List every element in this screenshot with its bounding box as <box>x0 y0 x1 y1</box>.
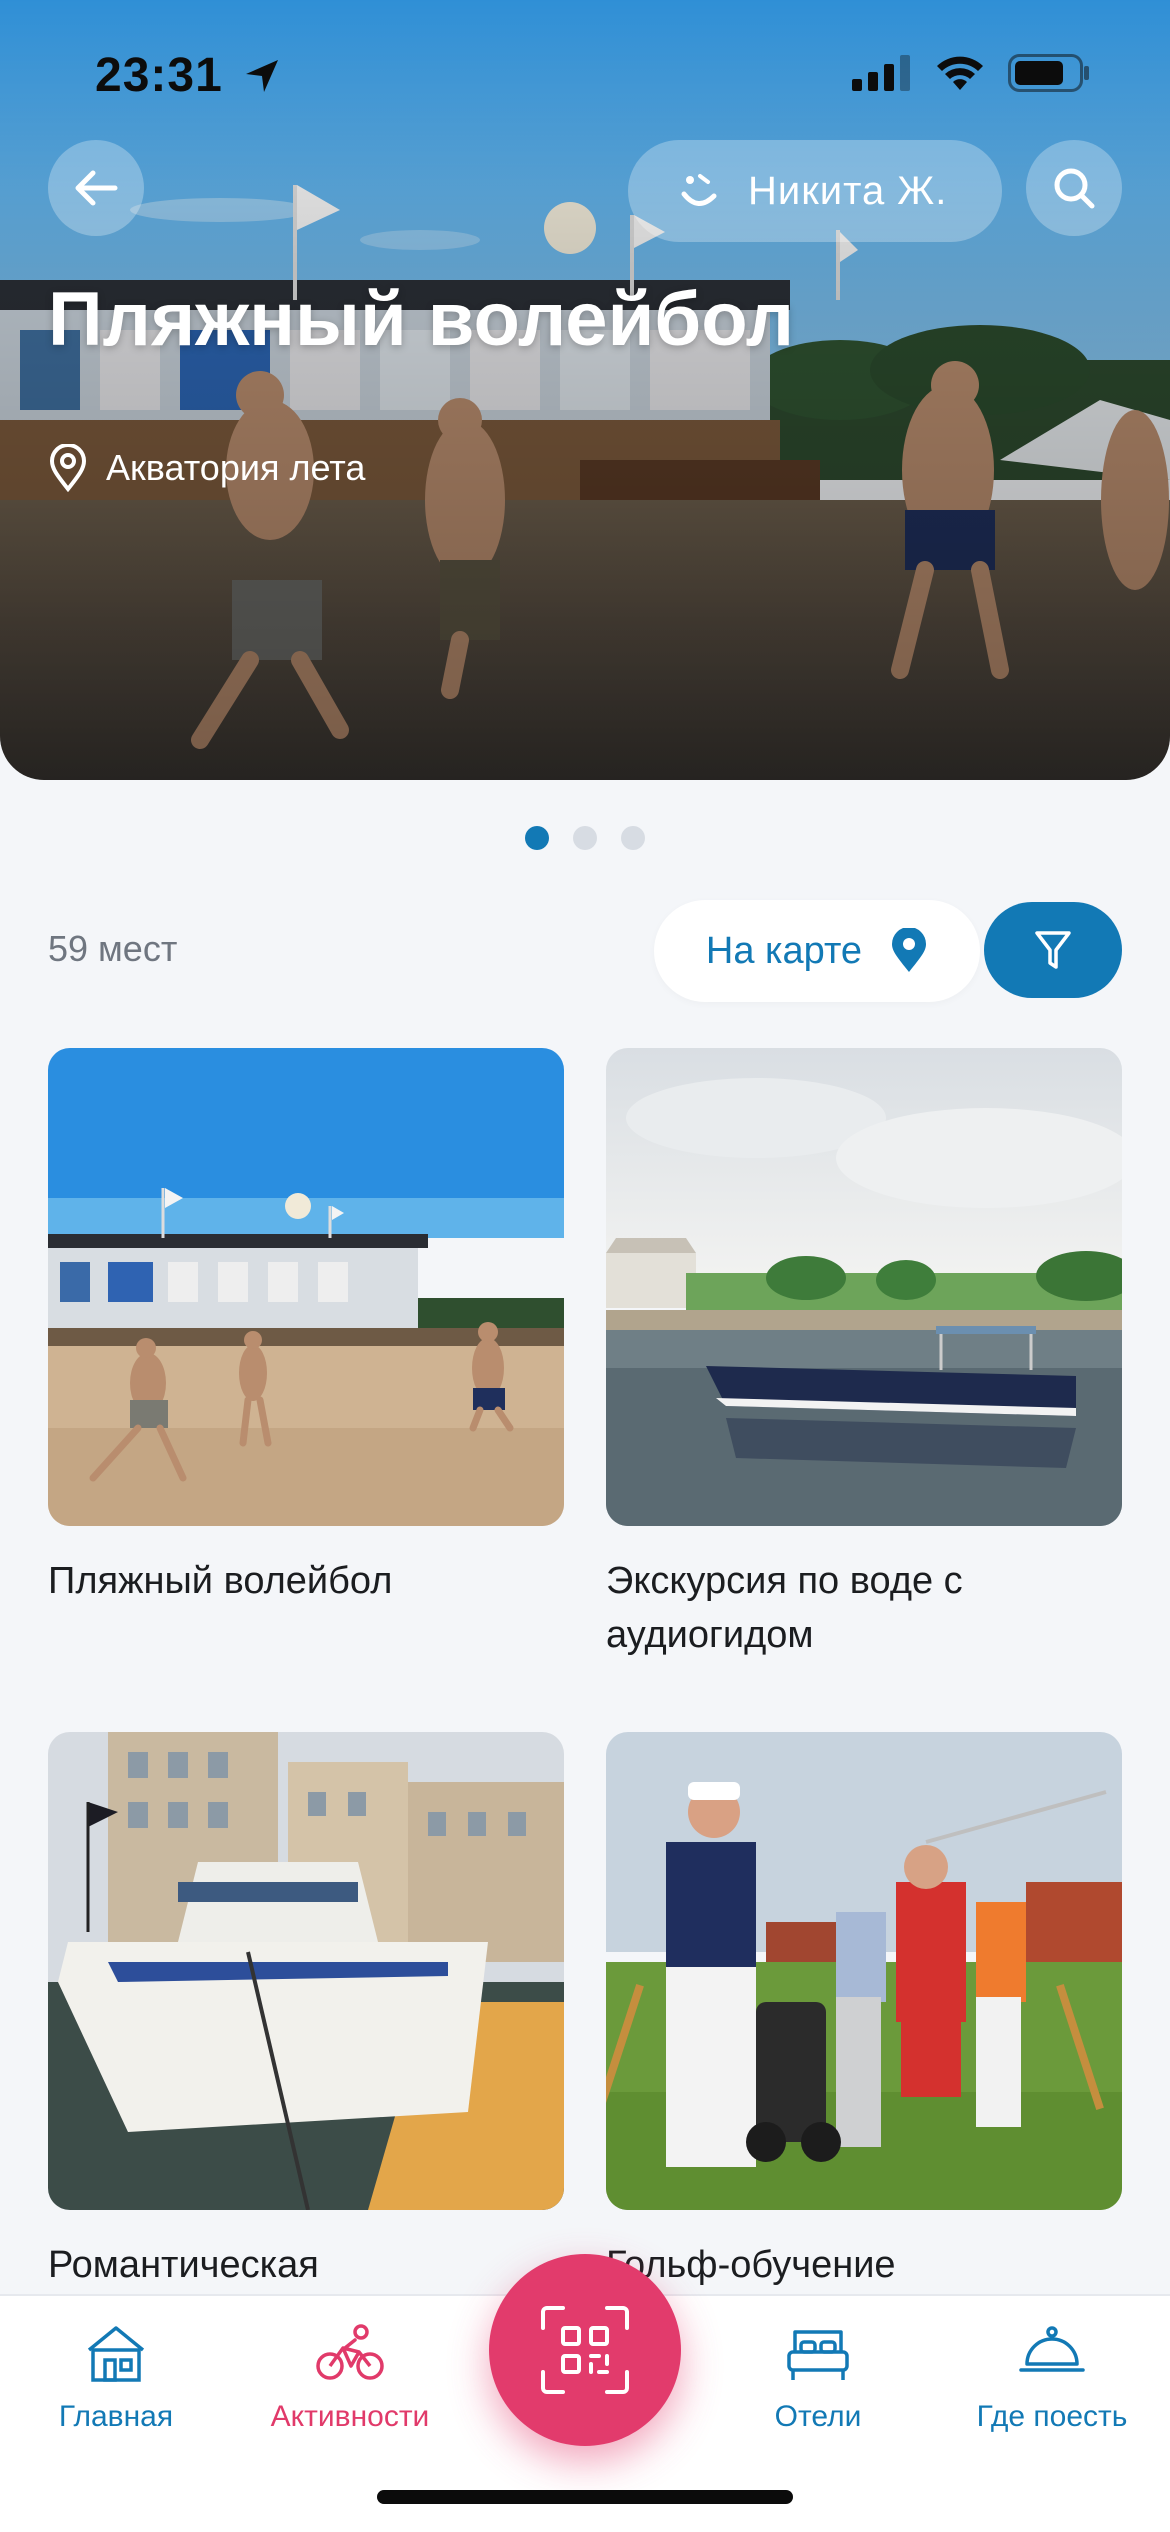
carousel-dot[interactable] <box>621 826 645 850</box>
arrow-left-icon <box>75 170 118 206</box>
filter-button[interactable] <box>984 902 1122 998</box>
card-title: Романтическая <box>48 2244 319 2286</box>
tab-label: Отели <box>774 2400 862 2433</box>
activity-card[interactable]: Пляжный волейбол <box>48 1048 564 1608</box>
card-photo <box>48 1048 564 1526</box>
carousel-indicator <box>0 826 1170 850</box>
bicycle-icon <box>316 2324 384 2380</box>
smile-face-icon <box>681 174 717 206</box>
beach-volleyball-photo <box>48 1048 564 1526</box>
qr-scan-icon <box>541 2306 629 2394</box>
map-button-label: На карте <box>705 929 863 972</box>
bed-icon <box>787 2330 849 2380</box>
activity-card[interactable]: Экскурсия по воде с аудиогидом <box>606 1048 1122 1662</box>
tab-label: Где поесть <box>976 2400 1128 2433</box>
tab-activities[interactable]: Активности <box>250 2322 450 2434</box>
activity-card[interactable]: Гольф-обучение <box>606 1732 1122 2292</box>
wifi-icon <box>937 56 983 90</box>
yacht-at-pier-photo <box>48 1732 564 2210</box>
battery-icon <box>1008 54 1089 92</box>
golf-lesson-photo <box>606 1732 1122 2210</box>
show-on-map-button[interactable]: На карте <box>654 900 980 1002</box>
status-time: 23:31 <box>95 49 223 102</box>
location-row: Акватория лета <box>48 444 365 492</box>
page-title: Пляжный волейбол <box>48 277 795 362</box>
map-pin-icon <box>892 928 927 972</box>
hero-banner[interactable]: 23:31 Никита Ж. Пляжный волейбол Акватор… <box>0 0 1170 780</box>
card-photo <box>606 1048 1122 1526</box>
card-photo <box>48 1732 564 2210</box>
status-bar: 23:31 <box>0 0 1170 150</box>
signal-icon <box>852 55 910 91</box>
activity-card[interactable]: Романтическая <box>48 1732 564 2292</box>
carousel-dot[interactable] <box>525 826 549 850</box>
tab-label: Главная <box>58 2400 174 2433</box>
user-name: Никита Ж. <box>748 168 948 213</box>
house-icon <box>87 2326 145 2382</box>
card-photo <box>606 1732 1122 2210</box>
location-arrow-icon <box>246 60 278 92</box>
card-title: Экскурсия по воде с аудиогидом <box>606 1560 963 1656</box>
user-profile-button[interactable]: Никита Ж. <box>628 140 1002 242</box>
home-indicator[interactable] <box>377 2490 793 2504</box>
carousel-dot[interactable] <box>573 826 597 850</box>
search-icon <box>1054 168 1095 209</box>
card-title: Гольф-обучение <box>606 2244 896 2286</box>
results-count: 59 мест <box>48 928 178 969</box>
filter-funnel-icon <box>1035 931 1071 969</box>
tab-food[interactable]: Где поесть <box>952 2322 1152 2434</box>
search-button[interactable] <box>1026 140 1122 236</box>
tab-hotels[interactable]: Отели <box>718 2322 918 2434</box>
qr-scan-button[interactable] <box>489 2254 681 2446</box>
location-label: Акватория лета <box>106 447 366 488</box>
card-title: Пляжный волейбол <box>48 1560 393 1602</box>
back-button[interactable] <box>48 140 144 236</box>
cloche-icon <box>1019 2326 1085 2372</box>
status-indicators <box>852 54 1090 92</box>
tab-label: Активности <box>270 2400 430 2433</box>
tab-home[interactable]: Главная <box>16 2322 216 2434</box>
boat-on-lake-photo <box>606 1048 1122 1526</box>
map-pin-icon <box>49 444 87 492</box>
app-screen: 23:31 Никита Ж. Пляжный волейбол Акватор… <box>0 0 1170 2532</box>
